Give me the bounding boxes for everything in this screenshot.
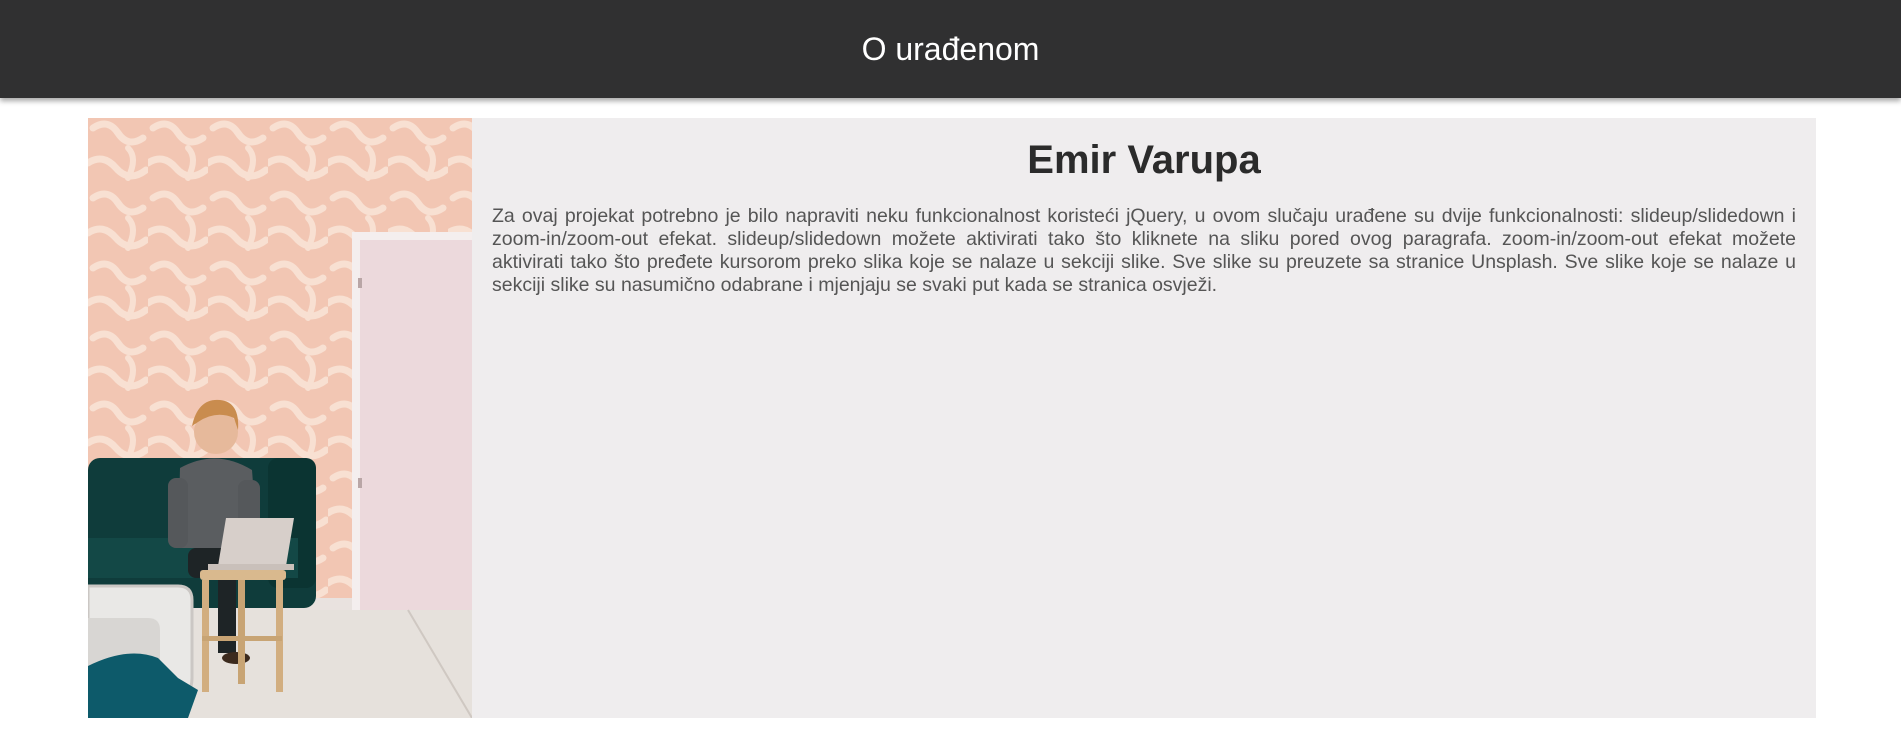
author-name: Emir Varupa — [1027, 138, 1261, 182]
top-header-bar: O urađenom — [0, 0, 1901, 98]
page-title: O urađenom — [861, 30, 1040, 67]
about-content: Emir Varupa Za ovaj projekat potrebno je… — [472, 118, 1816, 718]
about-card: Emir Varupa Za ovaj projekat potrebno je… — [88, 118, 1816, 718]
profile-photo[interactable] — [88, 118, 472, 718]
project-description: Za ovaj projekat potrebno je bilo naprav… — [492, 205, 1796, 296]
